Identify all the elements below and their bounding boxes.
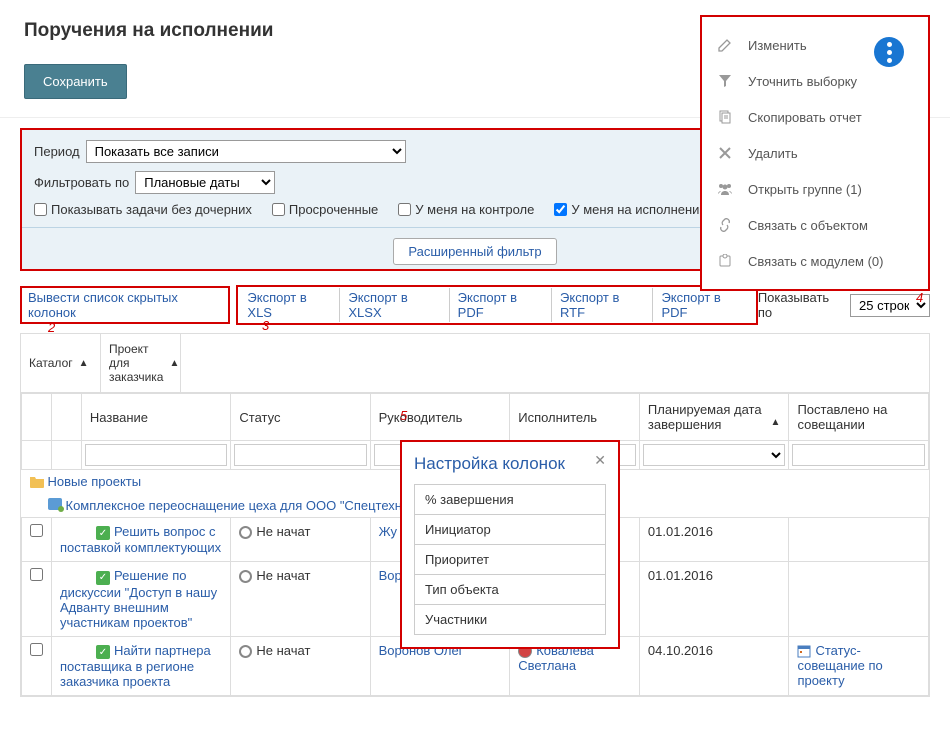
pencil-icon [716, 36, 734, 54]
export-pdf2[interactable]: Экспорт в PDF [653, 288, 754, 322]
filter-status[interactable] [234, 444, 366, 466]
cb-my-execution[interactable]: У меня на исполнении [554, 202, 706, 217]
annotation-5: 5 [400, 408, 407, 423]
col-plandate[interactable]: Планируемая дата завершения▲ [639, 394, 789, 441]
export-xlsx[interactable]: Экспорт в XLSX [340, 288, 449, 322]
col-manager[interactable]: Руководитель [370, 394, 510, 441]
copy-icon [716, 108, 734, 126]
more-actions-button[interactable] [874, 37, 904, 67]
export-group: Экспорт в XLS Экспорт в XLSX Экспорт в P… [236, 285, 757, 325]
action-link-module[interactable]: Связать с модулем (0) [702, 243, 928, 279]
popup-item[interactable]: Тип объекта [415, 575, 605, 605]
popup-item[interactable]: % завершения [415, 485, 605, 515]
col-icon[interactable] [52, 394, 82, 441]
actions-menu: Изменить Уточнить выборку Скопировать от… [700, 15, 930, 291]
close-icon[interactable]: ✕ [594, 452, 606, 469]
advanced-filter-button[interactable]: Расширенный фильтр [393, 238, 556, 265]
col-meeting[interactable]: Поставлено на совещании [789, 394, 929, 441]
popup-item[interactable]: Участники [415, 605, 605, 634]
period-select[interactable]: Показать все записи [86, 140, 406, 163]
task-icon: ✓ [96, 645, 110, 659]
folder-icon [30, 476, 44, 490]
filterby-label: Фильтровать по [34, 175, 129, 190]
cb-no-children[interactable]: Показывать задачи без дочерних [34, 202, 252, 217]
calendar-icon [797, 644, 811, 658]
task-link[interactable]: Найти партнера поставщика в регионе зака… [60, 643, 211, 690]
group-header-project[interactable]: Проект для заказчика▲ [101, 334, 181, 392]
cb-my-control[interactable]: У меня на контроле [398, 202, 534, 217]
action-delete[interactable]: Удалить [702, 135, 928, 171]
annotation-4: 4 [916, 290, 923, 305]
filter-meeting[interactable] [792, 444, 925, 466]
task-icon: ✓ [96, 526, 110, 540]
task-link[interactable]: Решение по дискуссии "Доступ в нашу Адва… [60, 568, 217, 630]
filterby-select[interactable]: Плановые даты [135, 171, 275, 194]
group-header-catalog[interactable]: Каталог▲ [21, 334, 101, 392]
task-link[interactable]: Решить вопрос с поставкой комплектующих [60, 524, 221, 556]
status-icon [239, 570, 252, 583]
col-status[interactable]: Статус [231, 394, 370, 441]
period-label: Период [34, 144, 80, 159]
col-name[interactable]: Название [81, 394, 230, 441]
save-button[interactable]: Сохранить [24, 64, 127, 99]
export-rtf[interactable]: Экспорт в RTF [552, 288, 653, 322]
status-icon [239, 645, 252, 658]
manager-link[interactable]: Жу [379, 524, 397, 539]
action-open-group[interactable]: Открыть группе (1) [702, 171, 928, 207]
export-xls[interactable]: Экспорт в XLS [239, 288, 340, 322]
export-pdf[interactable]: Экспорт в PDF [450, 288, 552, 322]
filter-name[interactable] [85, 444, 227, 466]
action-link-object[interactable]: Связать с объектом [702, 207, 928, 243]
cb-overdue[interactable]: Просроченные [272, 202, 378, 217]
column-header-row: Название Статус Руководитель Исполнитель… [22, 394, 929, 441]
row-checkbox[interactable] [30, 643, 43, 656]
col-checkbox[interactable] [22, 394, 52, 441]
annotation-3: 3 [262, 318, 269, 333]
group-icon [716, 180, 734, 198]
action-refine[interactable]: Уточнить выборку [702, 63, 928, 99]
row-checkbox[interactable] [30, 524, 43, 537]
sort-asc-icon: ▲ [771, 417, 781, 428]
popup-item[interactable]: Инициатор [415, 515, 605, 545]
show-hidden-columns-button[interactable]: Вывести список скрытых колонок [20, 286, 230, 324]
project-icon [48, 498, 62, 510]
link-icon [716, 216, 734, 234]
row-checkbox[interactable] [30, 568, 43, 581]
show-by-label: Показывать по [758, 290, 844, 320]
sort-asc-icon: ▲ [79, 358, 89, 369]
funnel-icon [716, 72, 734, 90]
action-copy[interactable]: Скопировать отчет [702, 99, 928, 135]
popup-item[interactable]: Приоритет [415, 545, 605, 575]
status-icon [239, 526, 252, 539]
toolbar: Вывести список скрытых колонок Экспорт в… [20, 285, 930, 325]
filter-plandate[interactable] [643, 444, 786, 466]
puzzle-icon [716, 252, 734, 270]
sort-asc-icon: ▲ [169, 358, 179, 369]
col-executor[interactable]: Исполнитель [510, 394, 640, 441]
manager-link[interactable]: Вор [379, 568, 402, 583]
cross-icon [716, 144, 734, 162]
task-icon: ✓ [96, 571, 110, 585]
popup-title: Настройка колонок [414, 454, 606, 474]
annotation-2: 2 [48, 320, 55, 335]
column-settings-popup: Настройка колонок ✕ % завершения Инициат… [400, 440, 620, 649]
